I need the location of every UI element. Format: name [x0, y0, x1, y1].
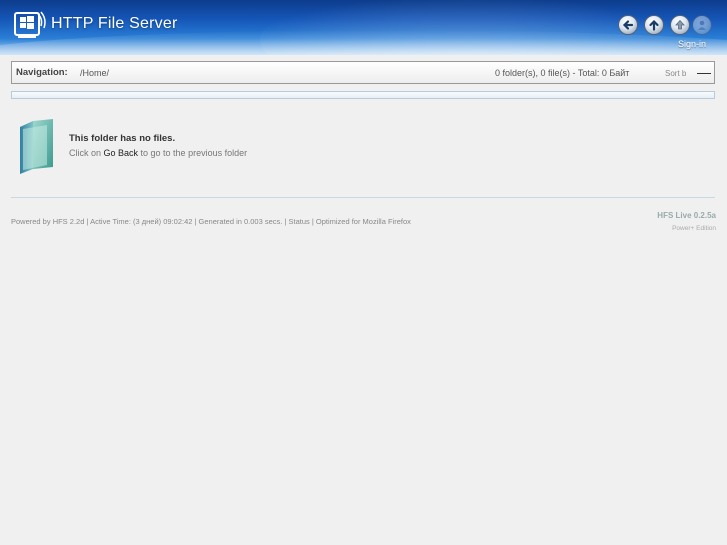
arrow-up-icon — [649, 19, 659, 31]
empty-folder-hint: Click on Go Back to go to the previous f… — [69, 148, 247, 158]
active-time: Active Time: (3 дней) 09:02:42 — [90, 217, 193, 226]
breadcrumb-path[interactable]: /Home/ — [80, 68, 109, 78]
navigation-label: Navigation: — [16, 67, 68, 78]
navigation-bar: Navigation: /Home/ 0 folder(s), 0 file(s… — [11, 61, 715, 84]
app-title: HTTP File Server — [51, 15, 178, 32]
user-icon — [698, 20, 706, 30]
windows-server-logo-icon — [14, 11, 46, 38]
account-button[interactable] — [692, 15, 712, 35]
footer-info: Powered by HFS 2.2d | Active Time: (3 дн… — [11, 217, 411, 226]
header-glow — [0, 30, 727, 55]
powered-by-link[interactable]: Powered by HFS 2.2d — [11, 217, 84, 226]
folder-summary: 0 folder(s), 0 file(s) - Total: 0 Байт — [495, 68, 630, 78]
sort-toggle-icon[interactable] — [697, 73, 711, 74]
sort-dropdown[interactable]: Sort b — [665, 69, 686, 78]
footer-divider — [11, 197, 715, 198]
upload-button[interactable] — [670, 15, 690, 35]
go-back-link[interactable]: Go Back — [104, 148, 139, 158]
file-list-strip — [11, 91, 715, 99]
arrow-left-icon — [622, 20, 634, 30]
back-button[interactable] — [618, 15, 638, 35]
signin-link[interactable]: Sign-in — [678, 39, 706, 49]
hint-prefix: Click on — [69, 148, 104, 158]
theme-edition: Power+ Edition — [672, 225, 716, 232]
firefox-link[interactable]: Optimized for Mozilla Firefox — [316, 217, 411, 226]
header-banner: HTTP File Server Sign-in — [0, 0, 727, 55]
upload-icon — [675, 19, 685, 30]
footer-branding: HFS Live 0.2.5a Power+ Edition — [657, 211, 716, 232]
empty-folder-title: This folder has no files. — [69, 133, 176, 144]
generated-time: Generated in 0.003 secs. — [198, 217, 283, 226]
up-button[interactable] — [644, 15, 664, 35]
empty-folder-icon — [20, 119, 53, 174]
status-link[interactable]: Status — [288, 217, 309, 226]
theme-brand[interactable]: HFS Live 0.2.5a — [657, 211, 716, 220]
hint-suffix: to go to the previous folder — [138, 148, 248, 158]
